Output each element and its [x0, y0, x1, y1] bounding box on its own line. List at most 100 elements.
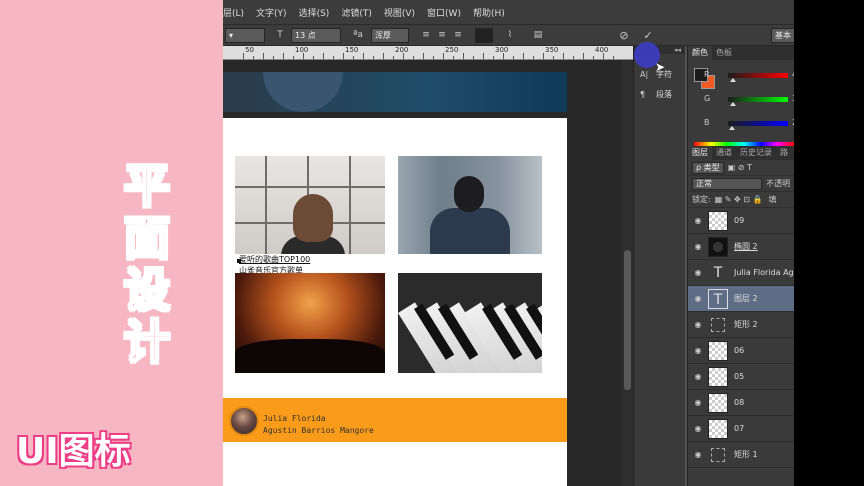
- vertical-scrollbar[interactable]: [622, 60, 633, 486]
- layer-row[interactable]: ◉ 矩形 2: [688, 312, 794, 338]
- ruler-number: 300: [495, 46, 509, 54]
- layer-thumbnail: [708, 236, 728, 257]
- slider-blue[interactable]: B 2: [704, 118, 794, 130]
- align-right-icon[interactable]: ≡: [451, 29, 465, 42]
- tab-layers[interactable]: 图层: [688, 146, 712, 160]
- text-layer-icon: T: [708, 288, 728, 309]
- visibility-eye-icon[interactable]: ◉: [688, 268, 708, 277]
- paragraph-icon: ¶: [640, 89, 646, 99]
- tab-paths[interactable]: 路: [776, 146, 792, 160]
- promo-subtitle: UI图标: [16, 431, 131, 472]
- visibility-eye-icon[interactable]: ◉: [688, 398, 708, 407]
- promo-title-char: 计: [123, 315, 171, 369]
- align-center-icon[interactable]: ≡: [435, 29, 449, 42]
- tab-history[interactable]: 历史记录: [736, 146, 776, 160]
- promo-title-char: 面: [123, 211, 171, 265]
- workspace-select[interactable]: 基本: [771, 28, 794, 43]
- layer-row[interactable]: ◉ 06: [688, 338, 794, 364]
- visibility-eye-icon[interactable]: ◉: [688, 450, 708, 459]
- ruler-number: 50: [245, 46, 254, 54]
- lock-icons[interactable]: ▦ ✎ ✥ ⊡ 🔒: [715, 195, 763, 204]
- lock-label: 锁定:: [692, 195, 711, 204]
- layer-row[interactable]: ◉ 05: [688, 364, 794, 390]
- layer-row[interactable]: ◉ 矩形 1: [688, 442, 794, 468]
- promo-title-char: 平: [123, 159, 171, 213]
- layer-name: 09: [734, 216, 745, 225]
- layer-row[interactable]: ◉ 08: [688, 390, 794, 416]
- menu-view[interactable]: 视图(V): [384, 6, 415, 19]
- promo-strip: 平 面 设 计 UI图标: [0, 0, 223, 486]
- layer-row-selected[interactable]: ◉ T 图层 2: [688, 286, 794, 312]
- cancel-icon[interactable]: ⊘: [617, 29, 631, 42]
- slider-green[interactable]: G 3: [704, 94, 794, 106]
- layer-thumbnail: [708, 392, 728, 413]
- layer-row[interactable]: ◉ 椭圆 2: [688, 234, 794, 260]
- photo-concert[interactable]: [235, 273, 385, 373]
- slider-knob[interactable]: [730, 78, 736, 82]
- menu-help[interactable]: 帮助(H): [473, 6, 505, 19]
- layer-name: 05: [734, 372, 745, 381]
- antialias-icon: ªa: [353, 30, 363, 40]
- shape-layer-icon: [711, 317, 725, 332]
- layer-row[interactable]: ◉ T Julia Florida Ag: [688, 260, 794, 286]
- visibility-eye-icon[interactable]: ◉: [688, 216, 708, 225]
- menu-type[interactable]: 文字(Y): [256, 6, 287, 19]
- photo-piano-keys[interactable]: [398, 273, 542, 373]
- ruler-number: 400: [595, 46, 609, 54]
- visibility-eye-icon[interactable]: ◉: [688, 294, 708, 303]
- tab-channels[interactable]: 通道: [712, 146, 736, 160]
- menu-filter[interactable]: 滤镜(T): [341, 6, 372, 19]
- paragraph-panel-button[interactable]: ¶ 段落: [634, 84, 685, 104]
- song-artist: Agustin Barrios Mangore: [263, 426, 374, 435]
- filter-icons[interactable]: ▣ ⊘ T: [728, 163, 752, 172]
- layer-row[interactable]: ◉ 09: [688, 208, 794, 234]
- align-left-icon[interactable]: ≡: [419, 29, 433, 42]
- visibility-eye-icon[interactable]: ◉: [688, 320, 708, 329]
- tab-color[interactable]: 颜色: [688, 46, 712, 60]
- caption-line-1: 爱听的歌曲TOP100: [239, 255, 311, 264]
- visibility-eye-icon[interactable]: ◉: [688, 242, 708, 251]
- layer-name: 矩形 1: [734, 450, 758, 459]
- ruler-horizontal: 50 100 150 200 250 300 350 400: [223, 46, 633, 60]
- visibility-eye-icon[interactable]: ◉: [688, 372, 708, 381]
- layer-row[interactable]: ◉ 07: [688, 416, 794, 442]
- text-color-swatch[interactable]: [475, 28, 493, 43]
- text-layer-icon: T: [713, 264, 723, 281]
- font-size-value: 13 点: [295, 31, 316, 40]
- layer-name: 08: [734, 398, 745, 407]
- antialias-mode: 浑厚: [375, 31, 391, 40]
- menu-select[interactable]: 选择(S): [299, 6, 330, 19]
- character-icon: A|: [640, 69, 649, 79]
- tab-swatches[interactable]: 色板: [712, 46, 736, 60]
- layer-name: Julia Florida Ag: [734, 268, 794, 277]
- ruler-number: 150: [345, 46, 359, 54]
- layer-name: 椭圆 2: [734, 242, 758, 251]
- menu-window[interactable]: 窗口(W): [427, 6, 461, 19]
- layer-thumbnail: [708, 366, 728, 387]
- scrollbar-thumb[interactable]: [624, 250, 631, 390]
- warp-text-icon[interactable]: ⌇: [503, 29, 517, 42]
- visibility-eye-icon[interactable]: ◉: [688, 346, 708, 355]
- photo-man-headphones[interactable]: [398, 156, 542, 254]
- blend-mode-select[interactable]: 正常: [692, 177, 762, 190]
- antialias-select[interactable]: 浑厚: [371, 28, 409, 43]
- hero-image: [223, 72, 567, 112]
- fill-label: 填: [768, 195, 777, 204]
- toggle-panels-icon[interactable]: ▤: [531, 29, 545, 42]
- commit-check-icon[interactable]: ✓: [641, 29, 655, 42]
- document-canvas-area[interactable]: 50 100 150 200 250 300 350 400 爱听的歌曲TOP1…: [223, 46, 633, 486]
- font-size-select[interactable]: 13 点: [291, 28, 341, 43]
- visibility-eye-icon[interactable]: ◉: [688, 424, 708, 433]
- font-style-select[interactable]: ▾: [225, 28, 265, 43]
- menu-layer[interactable]: 层(L): [223, 6, 244, 19]
- slider-knob[interactable]: [729, 126, 735, 130]
- song-title: Julia Florida: [263, 414, 326, 423]
- artist-avatar[interactable]: [229, 406, 259, 436]
- layer-filter-select[interactable]: ρ 类型: [692, 161, 724, 174]
- slider-label: R: [704, 70, 710, 79]
- photo-girl-headphones[interactable]: [235, 156, 385, 254]
- slider-knob[interactable]: [730, 102, 736, 106]
- mouse-pointer-icon: ➤: [655, 60, 666, 74]
- layer-name: 图层 2: [734, 294, 758, 303]
- slider-red[interactable]: R 4: [704, 70, 794, 82]
